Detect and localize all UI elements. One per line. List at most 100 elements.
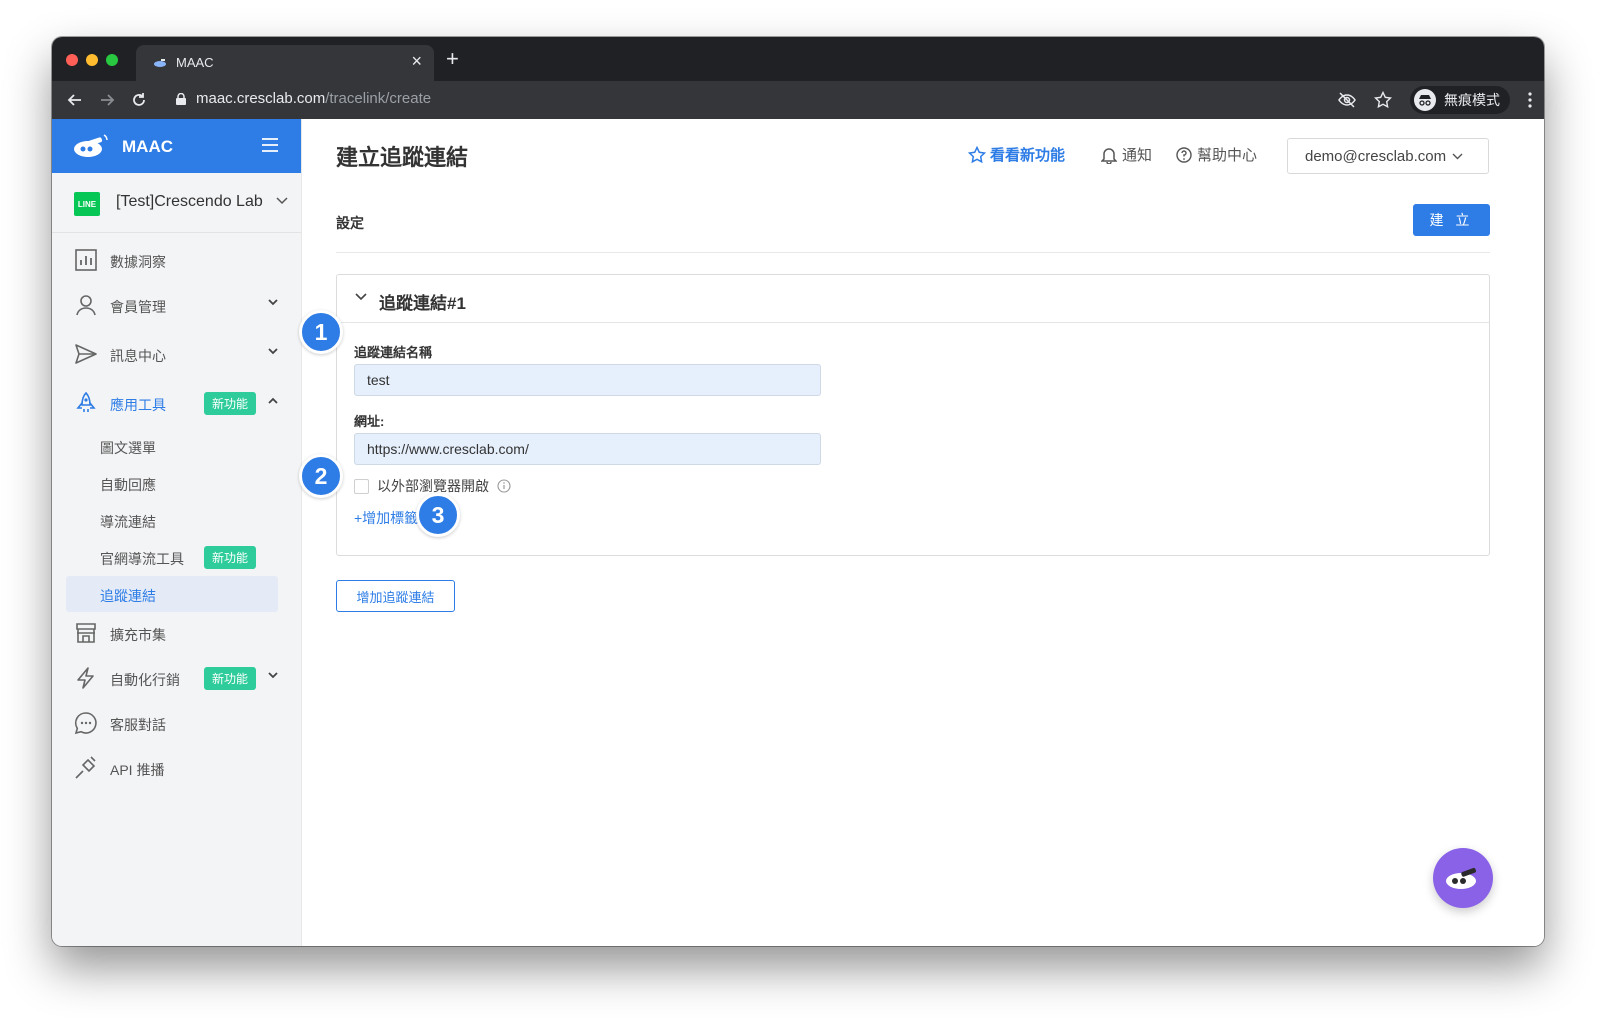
sidebar-subitem-auto-reply[interactable]: 自動回應 [66, 465, 278, 501]
bolt-icon [77, 667, 94, 689]
create-button[interactable]: 建 立 [1413, 204, 1490, 236]
sidebar-subitem-tracking-link[interactable]: 追蹤連結 [66, 576, 278, 612]
sidebar-item-label: 客服對話 [110, 717, 166, 733]
link-name-input[interactable] [354, 364, 821, 396]
chevron-down-icon [268, 348, 278, 355]
toolbar-right: 無痕模式 [1338, 85, 1532, 115]
card-header[interactable]: 追蹤連結#1 [337, 275, 1489, 323]
sidebar-subitem-label: 導流連結 [100, 514, 156, 530]
incognito-icon [1414, 89, 1436, 111]
user-icon [76, 295, 96, 316]
whats-new-label: 看看新功能 [990, 147, 1066, 164]
reload-icon[interactable] [126, 87, 152, 113]
url-label: 網址: [354, 414, 385, 429]
brand-header: MAAC [52, 119, 301, 173]
incognito-label: 無痕模式 [1444, 92, 1500, 108]
sidebar-subitem-rich-menu[interactable]: 圖文選單 [66, 428, 278, 464]
browser-window: MAAC × + maac.cresclab.com/tracelink/cre… [52, 37, 1544, 946]
browser-toolbar: maac.cresclab.com/tracelink/create 無痕模式 [52, 81, 1544, 119]
browser-tab[interactable]: MAAC × [136, 45, 434, 81]
user-account-dropdown[interactable]: demo@cresclab.com [1287, 138, 1489, 174]
star-icon [968, 145, 986, 163]
sidebar-subitem-label: 追蹤連結 [100, 588, 156, 604]
help-circle-icon [1176, 146, 1192, 163]
send-icon [75, 344, 97, 364]
add-tag-link[interactable]: +增加標籤 [354, 508, 418, 528]
chat-icon [74, 712, 97, 735]
sidebar-subitem-label: 圖文選單 [100, 440, 156, 456]
top-actions: 看看新功能 通知 幫助中心 [968, 144, 1281, 165]
tab-title: MAAC [176, 55, 214, 70]
eye-off-icon[interactable] [1338, 91, 1356, 109]
close-window-button[interactable] [66, 54, 78, 66]
forward-icon[interactable] [94, 87, 120, 113]
sidebar-item-customer-chat[interactable]: 客服對話 [52, 705, 302, 741]
sidebar-item-marketplace[interactable]: 擴充市集 [52, 615, 302, 651]
sidebar: MAAC LINE [Test]Crescendo Lab 數據洞察 會員管理 … [52, 119, 302, 946]
sidebar-item-label: 擴充市集 [110, 627, 166, 643]
chevron-down-icon [276, 197, 288, 205]
tracking-link-card: 追蹤連結#1 追蹤連結名稱 網址: 以外部瀏覽器開啟 +增加標籤 [336, 274, 1490, 556]
link-name-label: 追蹤連結名稱 [354, 345, 433, 360]
screenshot-stage: MAAC × + maac.cresclab.com/tracelink/cre… [0, 0, 1600, 1018]
sidebar-item-label: API 推播 [110, 762, 165, 778]
sidebar-item-label: 自動化行銷 [110, 672, 180, 688]
notification-label: 通知 [1122, 147, 1153, 164]
chevron-down-icon [1452, 153, 1463, 159]
maac-favicon-icon [154, 59, 166, 67]
sidebar-subitem-web-traffic-tool[interactable]: 官網導流工具 新功能 [66, 539, 278, 575]
lock-icon [176, 92, 186, 105]
card-title: 追蹤連結#1 [379, 294, 466, 313]
notification-button[interactable]: 通知 [1101, 144, 1152, 165]
chevron-up-icon [268, 397, 278, 404]
sidebar-item-automation[interactable]: 自動化行銷 新功能 [52, 660, 302, 696]
browser-menu-icon[interactable] [1528, 92, 1532, 108]
url-host: maac.cresclab.com [196, 90, 326, 107]
back-icon[interactable] [62, 87, 88, 113]
url-path: /tracelink/create [325, 90, 432, 107]
sidebar-item-label: 會員管理 [110, 299, 166, 315]
account-switcher[interactable]: LINE [Test]Crescendo Lab [52, 173, 301, 233]
tab-bar: MAAC × + [52, 37, 1544, 81]
tab-close-icon[interactable]: × [411, 52, 422, 70]
new-tab-button[interactable]: + [446, 48, 459, 70]
annotation-marker-2: 2 [299, 454, 343, 498]
maac-logo-icon [74, 134, 108, 157]
sidebar-subitem-redirect-link[interactable]: 導流連結 [66, 502, 278, 538]
sidebar-item-members[interactable]: 會員管理 [52, 287, 302, 323]
help-center-label: 幫助中心 [1197, 147, 1258, 164]
sidebar-item-insights[interactable]: 數據洞察 [52, 242, 302, 278]
annotation-marker-3: 3 [416, 493, 460, 537]
sidebar-item-label: 應用工具 [110, 397, 166, 413]
account-name: [Test]Crescendo Lab [116, 193, 263, 210]
sidebar-subitem-label: 自動回應 [100, 477, 156, 493]
external-browser-checkbox[interactable] [354, 478, 369, 494]
minimize-window-button[interactable] [86, 54, 98, 66]
sidebar-item-tools[interactable]: 應用工具 新功能 [52, 385, 302, 421]
sidebar-item-label: 數據洞察 [110, 254, 166, 270]
info-icon[interactable] [497, 479, 511, 493]
address-bar[interactable]: maac.cresclab.com/tracelink/create [176, 90, 431, 107]
store-icon [76, 623, 96, 643]
sidebar-subitem-label: 官網導流工具 [100, 551, 184, 567]
chevron-down-icon [268, 299, 278, 306]
brand-name: MAAC [122, 137, 173, 156]
add-tracking-link-button[interactable]: 增加追蹤連結 [336, 580, 455, 612]
incognito-indicator[interactable]: 無痕模式 [1410, 86, 1510, 114]
whats-new-link[interactable]: 看看新功能 [968, 144, 1065, 165]
user-email: demo@cresclab.com [1305, 147, 1447, 165]
new-feature-badge: 新功能 [204, 667, 257, 690]
main-content: 建立追蹤連結 看看新功能 通知 幫助中心 demo@cresclab.com 設… [302, 119, 1544, 946]
bookmark-star-icon[interactable] [1374, 91, 1392, 109]
settings-section-label: 設定 [336, 215, 364, 231]
help-center-link[interactable]: 幫助中心 [1176, 144, 1257, 165]
chevron-down-icon[interactable] [355, 293, 367, 301]
sidebar-item-label: 訊息中心 [110, 348, 166, 364]
url-input[interactable] [354, 433, 821, 465]
hamburger-menu-icon[interactable] [262, 138, 278, 152]
sidebar-item-api-broadcast[interactable]: API 推播 [52, 750, 302, 786]
maximize-window-button[interactable] [106, 54, 118, 66]
chat-assistant-button[interactable] [1433, 848, 1493, 908]
new-feature-badge: 新功能 [204, 392, 257, 415]
sidebar-item-messages[interactable]: 訊息中心 [52, 336, 302, 372]
